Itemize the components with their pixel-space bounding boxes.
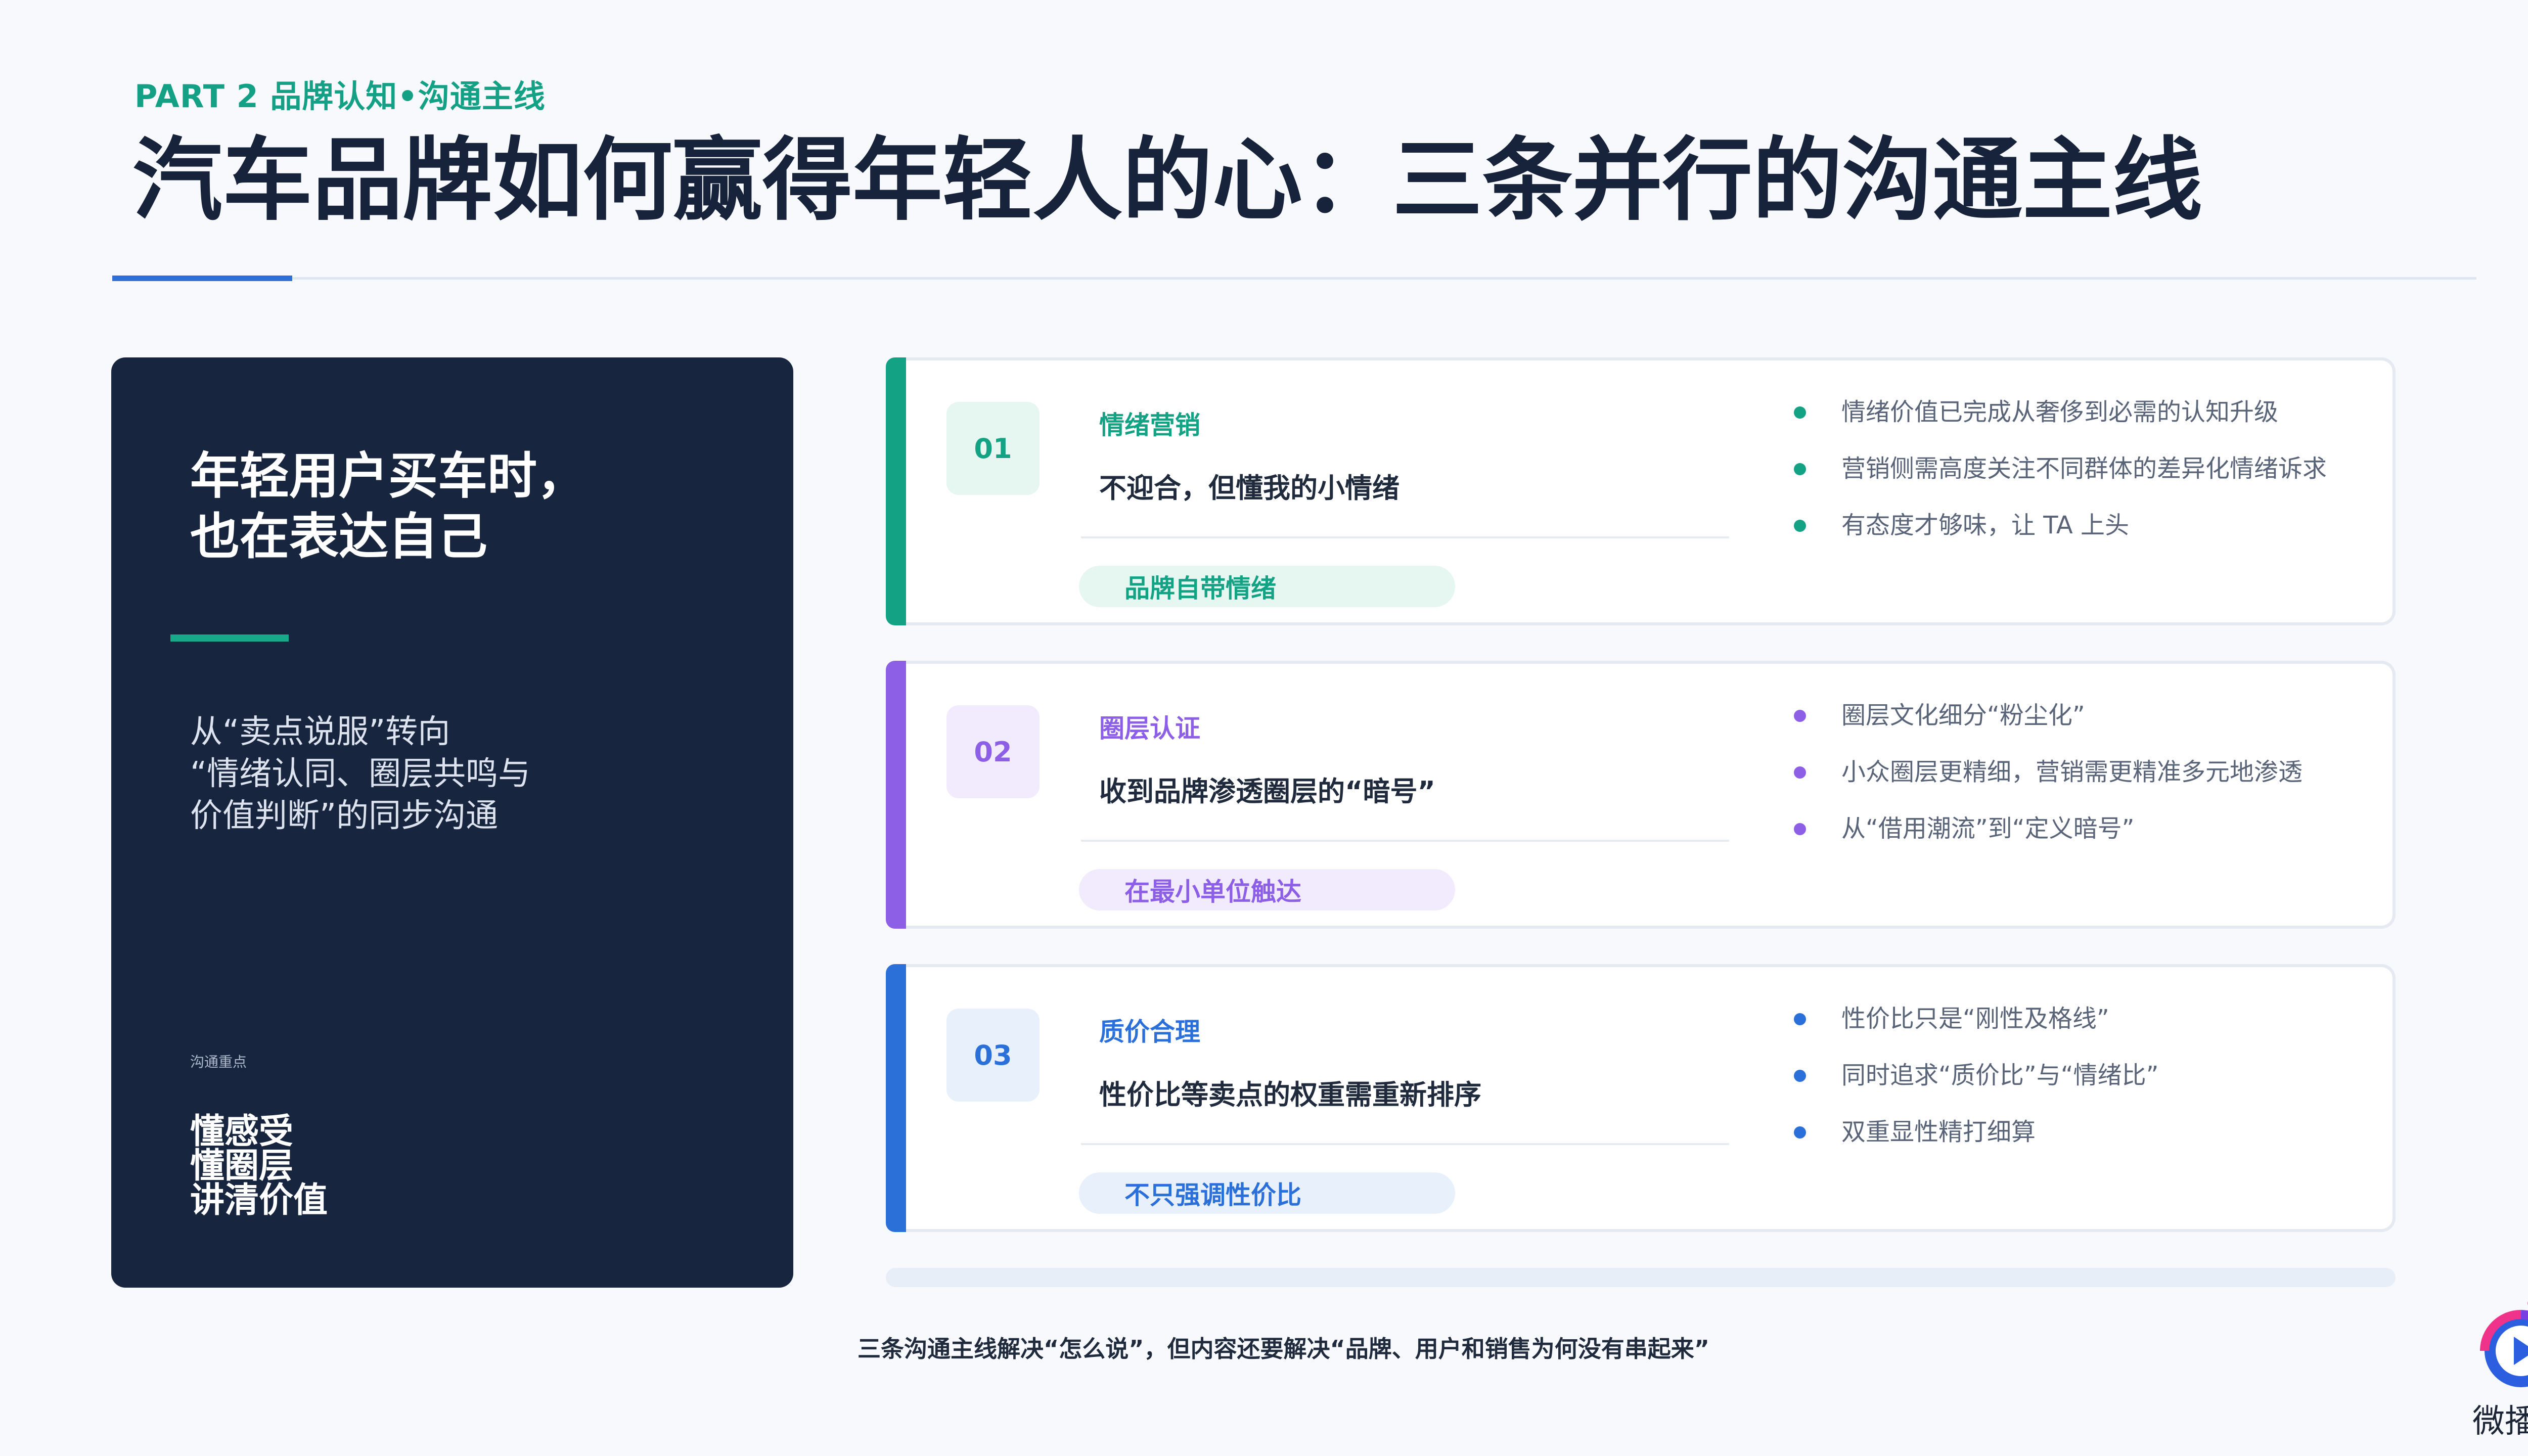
- bullet-dot-icon: [1794, 406, 1806, 419]
- card-subtitle: 收到品牌渗透圈层的“暗号”: [1099, 776, 1435, 807]
- card-bullet-text: 圈层文化细分“粉尘化”: [1841, 701, 2085, 730]
- card-bullet-list: 情绪价值已完成从奢侈到必需的认知升级 营销侧需高度关注不同群体的差异化情绪诉求 …: [1791, 394, 2327, 564]
- bullet-dot-icon: [1794, 1126, 1806, 1139]
- card-accent-stripe: [886, 964, 906, 1232]
- summary-panel: 年轻用户买车时， 也在表达自己 从“卖点说服”转向 “情绪认同、圈层共鸣与 价值…: [111, 357, 793, 1288]
- card-bullet: 情绪价值已完成从奢侈到必需的认知升级: [1791, 394, 2327, 450]
- summary-point: 懂圈层: [190, 1146, 294, 1186]
- card-bullet-text: 从“借用潮流”到“定义暗号”: [1841, 814, 2135, 843]
- card-accent-stripe: [886, 661, 906, 929]
- strategy-card-circle: 02 圈层认证 收到品牌渗透圈层的“暗号” 在最小单位触达 圈层文化细分“粉尘化…: [886, 661, 2396, 929]
- card-bullet-text: 双重显性精打细算: [1841, 1118, 2036, 1146]
- summary-point: 懂感受: [190, 1112, 294, 1152]
- card-pill: 品牌自带情绪: [1079, 566, 1455, 607]
- title-divider-accent: [112, 276, 292, 281]
- card-bullet-text: 性价比只是“刚性及格线”: [1841, 1005, 2109, 1033]
- card-number-badge: 02: [946, 705, 1040, 798]
- card-divider: [1081, 840, 1729, 842]
- play-icon: [2480, 1301, 2528, 1387]
- summary-accent-bar: [170, 634, 289, 642]
- card-number-badge: 03: [946, 1009, 1040, 1102]
- title-divider: [112, 277, 2476, 280]
- strategy-card-value: 03 质价合理 性价比等卖点的权重需重新排序 不只强调性价比 性价比只是“刚性及…: [886, 964, 2396, 1232]
- bullet-dot-icon: [1794, 710, 1806, 722]
- footer-note: 三条沟通主线解决“怎么说”，但内容还要解决“品牌、用户和销售为何没有串起来”: [857, 1335, 1709, 1362]
- brand-logo: 微播易: [2470, 1294, 2528, 1446]
- summary-body: 从“卖点说服”转向 “情绪认同、圈层共鸣与 价值判断”的同步沟通: [190, 711, 721, 838]
- page-title: 汽车品牌如何赢得年轻人的心：三条并行的沟通主线: [132, 128, 2202, 233]
- summary-small-label: 沟通重点: [190, 1054, 247, 1070]
- card-bullet-list: 圈层文化细分“粉尘化” 小众圈层更精细，营销需更精准多元地渗透 从“借用潮流”到…: [1791, 697, 2303, 867]
- card-number-badge: 01: [946, 402, 1040, 495]
- card-pill: 在最小单位触达: [1079, 869, 1455, 911]
- page-kicker: PART 2 品牌认知•沟通主线: [134, 78, 546, 115]
- card-bullet: 营销侧需高度关注不同群体的差异化情绪诉求: [1791, 450, 2327, 507]
- card-bullet-text: 小众圈层更精细，营销需更精准多元地渗透: [1841, 758, 2303, 786]
- bottom-decor-strip: [886, 1268, 2396, 1287]
- card-bullet-text: 有态度才够味，让 TA 上头: [1841, 511, 2129, 539]
- card-bullet: 有态度才够味，让 TA 上头: [1791, 507, 2327, 564]
- bullet-dot-icon: [1794, 823, 1806, 835]
- summary-body-line: 价值判断”的同步沟通: [190, 797, 499, 835]
- card-bullet-list: 性价比只是“刚性及格线” 同时追求“质价比”与“情绪比” 双重显性精打细算: [1791, 1000, 2158, 1170]
- card-subtitle: 不迎合，但懂我的小情绪: [1099, 472, 1400, 504]
- bullet-dot-icon: [1794, 1070, 1806, 1082]
- bullet-dot-icon: [1794, 1013, 1806, 1025]
- summary-heading-line: 也在表达自己: [190, 508, 488, 566]
- bullet-dot-icon: [1794, 766, 1806, 779]
- summary-body-line: 从“卖点说服”转向: [190, 713, 450, 751]
- summary-heading-line: 年轻用户买车时，: [190, 447, 587, 505]
- card-tag: 圈层认证: [1099, 714, 1200, 743]
- card-accent-stripe: [886, 357, 906, 625]
- card-pill: 不只强调性价比: [1079, 1172, 1455, 1214]
- summary-point: 讲清价值: [190, 1180, 328, 1220]
- bullet-dot-icon: [1794, 463, 1806, 475]
- card-bullet: 双重显性精打细算: [1791, 1114, 2158, 1170]
- card-bullet: 同时追求“质价比”与“情绪比”: [1791, 1057, 2158, 1114]
- card-bullet: 性价比只是“刚性及格线”: [1791, 1000, 2158, 1057]
- summary-points: 懂感受 懂圈层 讲清价值: [190, 1115, 328, 1218]
- card-tag: 情绪营销: [1099, 411, 1200, 440]
- strategy-card-emotion: 01 情绪营销 不迎合，但懂我的小情绪 品牌自带情绪 情绪价值已完成从奢侈到必需…: [886, 357, 2396, 625]
- card-bullet: 从“借用潮流”到“定义暗号”: [1791, 810, 2303, 867]
- card-bullet-text: 同时追求“质价比”与“情绪比”: [1841, 1061, 2159, 1089]
- card-bullet-text: 营销侧需高度关注不同群体的差异化情绪诉求: [1841, 454, 2327, 483]
- card-divider: [1081, 1143, 1729, 1145]
- card-bullet: 圈层文化细分“粉尘化”: [1791, 697, 2303, 754]
- card-divider: [1081, 536, 1729, 538]
- summary-body-line: “情绪认同、圈层共鸣与: [190, 755, 531, 793]
- card-bullet-text: 情绪价值已完成从奢侈到必需的认知升级: [1841, 398, 2279, 426]
- card-tag: 质价合理: [1099, 1017, 1200, 1046]
- card-subtitle: 性价比等卖点的权重需重新排序: [1099, 1079, 1481, 1111]
- brand-logo-text: 微播易: [2472, 1403, 2528, 1440]
- bullet-dot-icon: [1794, 520, 1806, 532]
- card-bullet: 小众圈层更精细，营销需更精准多元地渗透: [1791, 754, 2303, 810]
- summary-heading: 年轻用户买车时， 也在表达自己: [190, 446, 586, 567]
